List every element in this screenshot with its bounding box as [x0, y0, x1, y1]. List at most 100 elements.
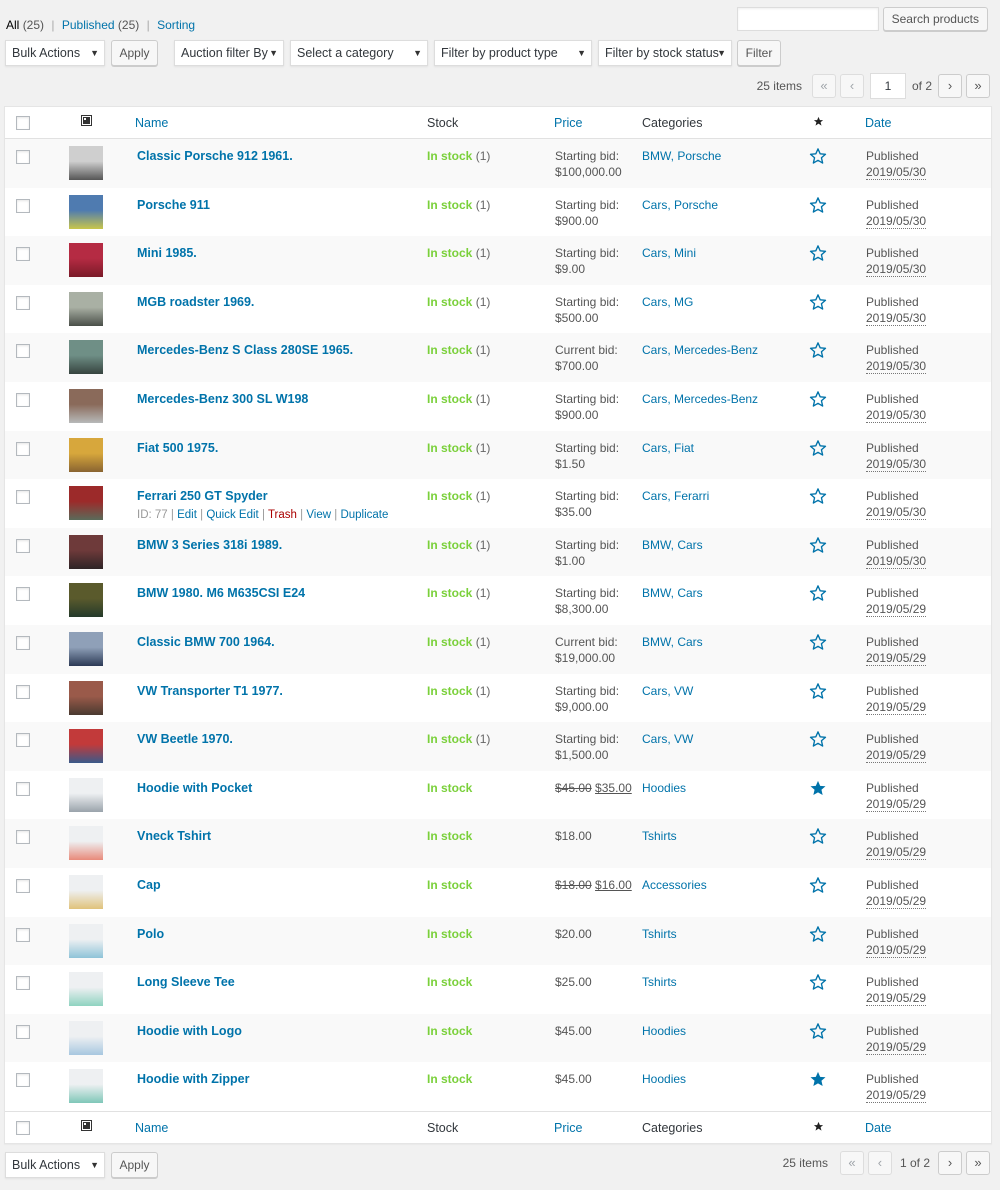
categories-cell[interactable]: Cars, Ferarri: [642, 489, 709, 503]
row-checkbox[interactable]: [16, 198, 30, 213]
product-name-link[interactable]: VW Beetle 1970.: [137, 732, 417, 746]
bulk-actions-select-bottom[interactable]: Bulk Actions ▼: [5, 1152, 105, 1178]
row-checkbox[interactable]: [16, 392, 30, 407]
featured-star-icon[interactable]: [809, 536, 827, 554]
product-thumbnail[interactable]: [69, 340, 103, 375]
product-name-link[interactable]: Hoodie with Logo: [137, 1024, 417, 1038]
featured-star-icon[interactable]: [809, 730, 827, 748]
categories-cell[interactable]: Hoodies: [642, 781, 686, 795]
row-checkbox[interactable]: [16, 976, 30, 991]
star-icon[interactable]: [813, 116, 824, 130]
next-page-button[interactable]: ›: [938, 74, 962, 98]
categories-cell[interactable]: Accessories: [642, 878, 707, 892]
featured-star-icon[interactable]: [809, 584, 827, 602]
product-thumbnail[interactable]: [69, 437, 103, 472]
product-thumbnail[interactable]: [69, 146, 103, 180]
product-thumbnail[interactable]: [69, 583, 103, 618]
row-checkbox[interactable]: [16, 587, 30, 602]
product-thumbnail[interactable]: [69, 388, 103, 423]
product-name-link[interactable]: Long Sleeve Tee: [137, 975, 417, 989]
row-checkbox[interactable]: [16, 344, 30, 359]
product-thumbnail[interactable]: [69, 680, 103, 715]
product-name-link[interactable]: Fiat 500 1975.: [137, 441, 417, 455]
product-thumbnail[interactable]: [69, 534, 103, 569]
row-checkbox[interactable]: [16, 295, 30, 310]
product-thumbnail[interactable]: [69, 923, 103, 958]
product-thumbnail[interactable]: [69, 1069, 103, 1104]
product-thumbnail[interactable]: [69, 777, 103, 812]
filter-button[interactable]: Filter: [737, 40, 781, 66]
product-thumbnail[interactable]: [69, 1020, 103, 1055]
select-all-checkbox-footer[interactable]: [16, 1120, 30, 1135]
row-checkbox[interactable]: [16, 830, 30, 845]
last-page-button[interactable]: »: [966, 74, 990, 98]
row-checkbox[interactable]: [16, 878, 30, 893]
featured-star-icon[interactable]: [809, 973, 827, 991]
row-checkbox[interactable]: [16, 247, 30, 262]
featured-star-icon[interactable]: [809, 439, 827, 457]
product-name-link[interactable]: Classic BMW 700 1964.: [137, 635, 417, 649]
categories-cell[interactable]: Cars, VW: [642, 732, 693, 746]
featured-star-icon[interactable]: [809, 925, 827, 943]
product-thumbnail[interactable]: [69, 631, 103, 666]
categories-cell[interactable]: Tshirts: [642, 975, 677, 989]
product-name-link[interactable]: Polo: [137, 927, 417, 941]
search-input[interactable]: [736, 7, 879, 31]
view-sorting-link[interactable]: Sorting: [157, 18, 195, 32]
product-name-link[interactable]: Classic Porsche 912 1961.: [137, 149, 417, 163]
featured-star-icon[interactable]: [809, 341, 827, 359]
product-name-link[interactable]: Cap: [137, 878, 417, 892]
categories-cell[interactable]: Tshirts: [642, 927, 677, 941]
product-thumbnail[interactable]: [69, 729, 103, 764]
view-all-link[interactable]: All: [6, 18, 19, 32]
row-checkbox[interactable]: [16, 733, 30, 748]
star-icon[interactable]: [813, 1121, 824, 1135]
row-checkbox[interactable]: [16, 1073, 30, 1088]
row-checkbox[interactable]: [16, 781, 30, 796]
categories-cell[interactable]: BMW, Cars: [642, 635, 703, 649]
auction-filter-select[interactable]: Auction filter By ▼: [174, 40, 284, 66]
product-name-link[interactable]: Mercedes-Benz 300 SL W198: [137, 392, 417, 406]
featured-star-icon[interactable]: [809, 487, 827, 505]
product-thumbnail[interactable]: [69, 826, 103, 861]
quick-edit-link[interactable]: Quick Edit: [206, 509, 258, 521]
featured-star-icon[interactable]: [809, 244, 827, 262]
last-page-button[interactable]: »: [966, 1151, 990, 1175]
row-checkbox[interactable]: [16, 927, 30, 942]
row-checkbox[interactable]: [16, 635, 30, 650]
categories-cell[interactable]: Cars, Mercedes-Benz: [642, 392, 758, 406]
categories-cell[interactable]: BMW, Cars: [642, 538, 703, 552]
view-link[interactable]: View: [306, 509, 331, 521]
column-price-header[interactable]: Price: [554, 116, 582, 130]
category-select[interactable]: Select a category ▼: [290, 40, 428, 66]
product-name-link[interactable]: Porsche 911: [137, 198, 417, 212]
column-date-header[interactable]: Date: [865, 116, 891, 130]
categories-cell[interactable]: Cars, Mini: [642, 246, 696, 260]
categories-cell[interactable]: Cars, Fiat: [642, 441, 694, 455]
featured-star-icon[interactable]: [809, 147, 827, 165]
categories-cell[interactable]: Tshirts: [642, 829, 677, 843]
row-checkbox[interactable]: [16, 150, 30, 164]
apply-button[interactable]: Apply: [111, 40, 158, 66]
product-thumbnail[interactable]: [69, 194, 103, 229]
featured-star-icon[interactable]: [809, 876, 827, 894]
categories-cell[interactable]: Cars, MG: [642, 295, 693, 309]
featured-star-icon[interactable]: [809, 1070, 827, 1088]
product-name-link[interactable]: BMW 3 Series 318i 1989.: [137, 538, 417, 552]
row-checkbox[interactable]: [16, 1024, 30, 1039]
product-name-link[interactable]: Mini 1985.: [137, 246, 417, 260]
featured-star-icon[interactable]: [809, 390, 827, 408]
product-thumbnail[interactable]: [69, 243, 103, 278]
categories-cell[interactable]: Cars, Porsche: [642, 198, 718, 212]
categories-cell[interactable]: Hoodies: [642, 1072, 686, 1086]
product-name-link[interactable]: BMW 1980. M6 M635CSI E24: [137, 586, 417, 600]
column-name-footer[interactable]: Name: [135, 1121, 168, 1135]
column-date-footer[interactable]: Date: [865, 1121, 891, 1135]
row-checkbox[interactable]: [16, 441, 30, 456]
row-checkbox[interactable]: [16, 490, 30, 505]
product-type-select[interactable]: Filter by product type ▼: [434, 40, 592, 66]
product-name-link[interactable]: Hoodie with Zipper: [137, 1072, 417, 1086]
featured-star-icon[interactable]: [809, 827, 827, 845]
edit-link[interactable]: Edit: [177, 509, 197, 521]
product-name-link[interactable]: Hoodie with Pocket: [137, 781, 417, 795]
